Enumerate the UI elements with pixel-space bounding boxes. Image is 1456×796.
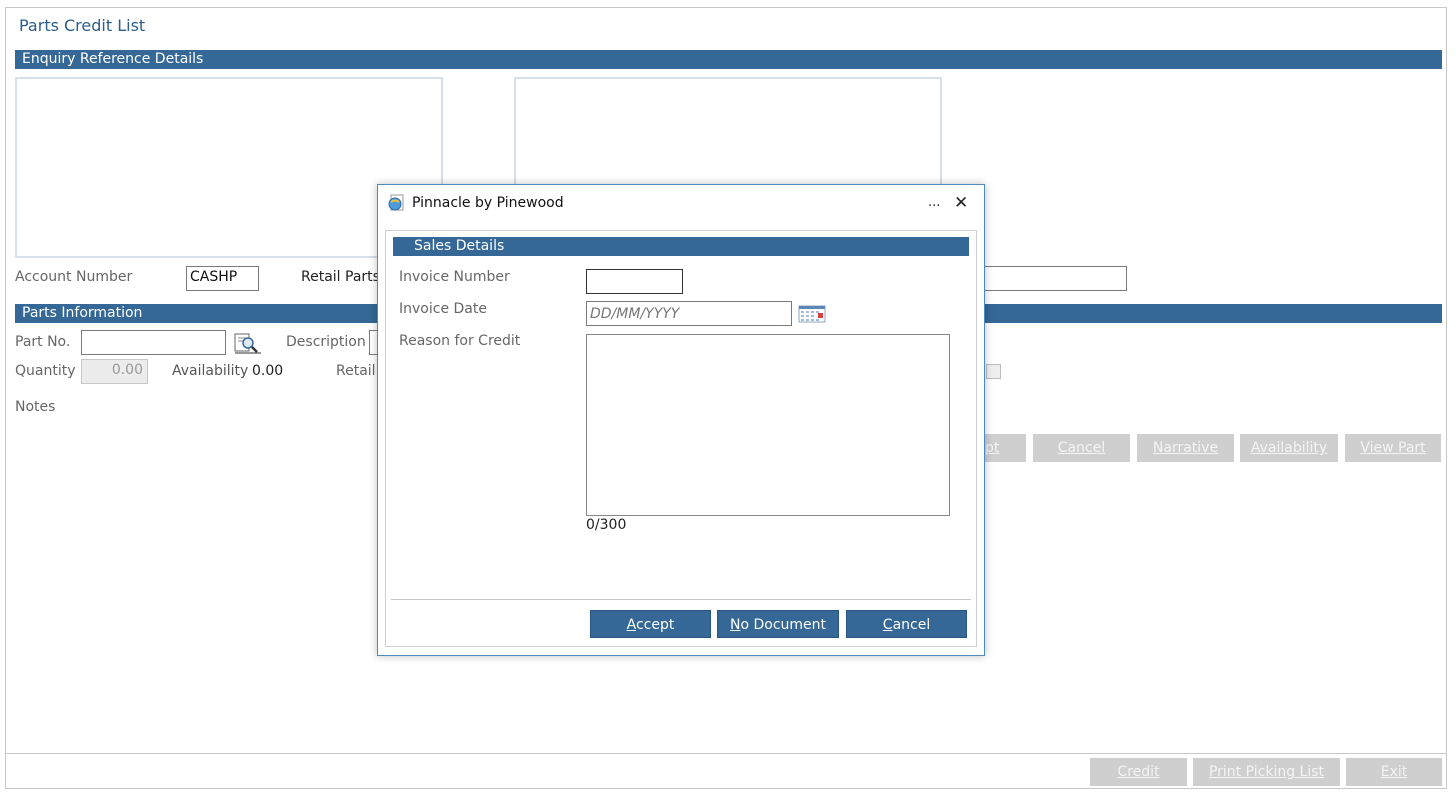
availability-button[interactable]: Availability xyxy=(1240,434,1338,462)
char-counter: 0/300 xyxy=(586,517,627,533)
sales-details-header: Sales Details xyxy=(393,237,969,256)
more-options-icon[interactable]: ... xyxy=(928,195,940,210)
enquiry-section-header: Enquiry Reference Details xyxy=(15,50,1442,69)
no-document-mnemonic: N xyxy=(729,617,741,633)
account-number-field[interactable]: CASHP xyxy=(186,266,259,291)
retail-label: Retail xyxy=(336,363,376,379)
part-no-input[interactable] xyxy=(81,330,226,355)
page-title: Parts Credit List xyxy=(19,16,146,35)
notes-label: Notes xyxy=(15,399,56,415)
quantity-field: 0.00 xyxy=(81,359,148,384)
search-icon[interactable] xyxy=(233,331,261,355)
cancel-mnemonic: C xyxy=(882,617,893,633)
availability-value: 0.00 xyxy=(252,363,284,379)
credit-button[interactable]: Credit xyxy=(1090,758,1187,786)
retail-parts-label: Retail Parts xyxy=(301,269,380,285)
accept-part-button[interactable]: pt xyxy=(985,434,1026,462)
accept-mnemonic: A xyxy=(626,617,636,633)
invoice-number-input[interactable] xyxy=(586,269,683,294)
invoice-number-label: Invoice Number xyxy=(399,269,510,285)
dialog-title: Pinnacle by Pinewood xyxy=(412,195,564,211)
cancel-part-button[interactable]: Cancel xyxy=(1033,434,1130,462)
reason-for-credit-textarea[interactable] xyxy=(586,334,950,516)
cancel-label: ancel xyxy=(892,617,931,633)
account-number-label: Account Number xyxy=(15,269,133,285)
invoice-date-label: Invoice Date xyxy=(399,301,487,317)
part-no-label: Part No. xyxy=(15,334,71,350)
app-icon xyxy=(387,194,405,212)
print-picking-list-button[interactable]: Print Picking List xyxy=(1193,758,1340,786)
exit-button[interactable]: Exit xyxy=(1346,758,1442,786)
footer-divider xyxy=(5,753,1447,754)
description-label: Description xyxy=(286,334,366,350)
dialog-cancel-button[interactable]: Cancel xyxy=(846,610,967,638)
accept-label: ccept xyxy=(635,617,675,633)
close-icon[interactable]: ✕ xyxy=(954,193,968,213)
view-part-button[interactable]: View Part xyxy=(1345,434,1441,462)
retail-checkbox[interactable] xyxy=(986,364,1001,379)
reason-for-credit-label: Reason for Credit xyxy=(399,333,521,349)
dialog-accept-button[interactable]: Accept xyxy=(590,610,711,638)
narrative-button[interactable]: Narrative xyxy=(1137,434,1234,462)
invoice-date-input[interactable] xyxy=(586,301,792,326)
dialog-button-divider xyxy=(391,599,971,600)
no-document-label: o Document xyxy=(740,617,827,633)
retail-parts-field[interactable] xyxy=(985,266,1127,291)
calendar-icon[interactable] xyxy=(798,304,826,323)
no-document-button[interactable]: No Document xyxy=(717,610,839,638)
quantity-label: Quantity xyxy=(15,363,76,379)
availability-label: Availability xyxy=(172,363,249,379)
